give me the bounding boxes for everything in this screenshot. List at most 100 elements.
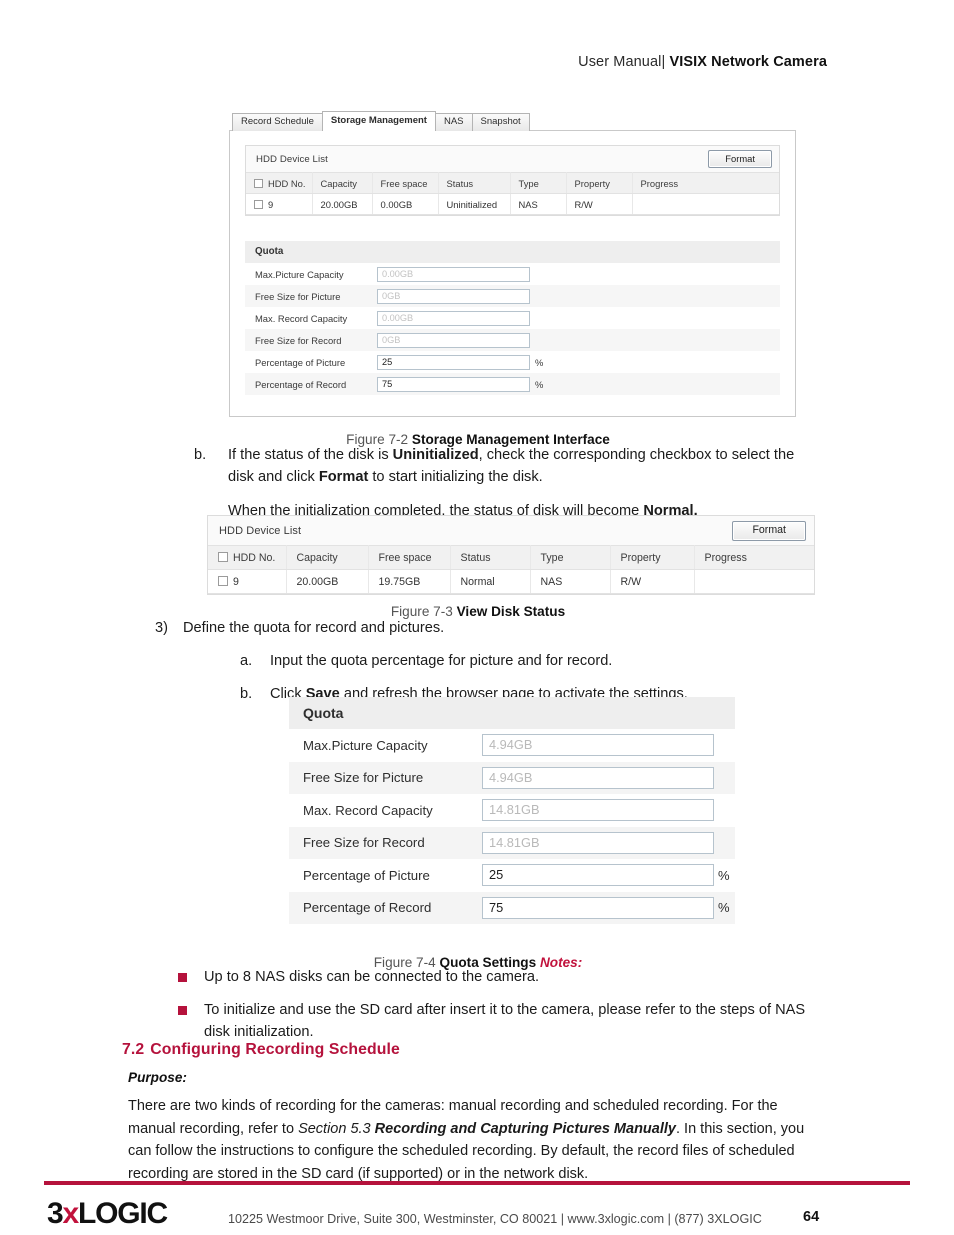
step-3a-text: Input the quota percentage for picture a… [270,653,613,670]
quota-label-max-record-capacity: Max. Record Capacity [255,312,348,324]
quota-label-percentage-of-record-large: Percentage of Record [303,900,432,916]
quota-input-max-record-capacity[interactable]: 0.00GB [377,310,530,326]
quota-row-free-size-for-record: Free Size for Record 0GB [245,329,780,351]
quota-input-max-picture-capacity-large[interactable]: 4.94GB [482,734,714,757]
quota-suffix-percentage-of-record: % [535,378,544,390]
row-checkbox-2[interactable] [218,575,228,586]
bullet-square-icon [178,973,187,982]
page-header: User Manual| VISIX Network Camera [578,54,827,70]
quota-row-max-picture-capacity: Max.Picture Capacity 0.00GB [245,263,780,285]
column-header-type-2: Type [530,545,611,570]
cell-hdd-no-2: 9 [208,569,287,594]
quota-suffix-percentage-of-picture-large: % [718,867,730,883]
column-header-property-2: Property [610,545,695,570]
purpose-label: Purpose: [128,1070,187,1085]
step-3-marker: 3) [155,620,168,636]
step-b-block: b. If the status of the disk is Uninitia… [194,444,814,523]
quota-row-free-size-for-picture-large: Free Size for Picture 4.94GB [289,761,735,794]
step-3b-marker: b. [240,686,253,703]
quota-row-free-size-for-record-large: Free Size for Record 14.81GB [289,826,735,859]
row-checkbox[interactable] [254,199,263,209]
step-3-block: 3) Define the quota for record and pictu… [155,617,815,706]
quota-section-title-large: Quota [289,697,735,729]
column-header-type: Type [510,172,567,194]
quota-label-max-picture-capacity: Max.Picture Capacity [255,268,344,280]
bullet-square-icon [178,1005,187,1015]
table-header-row: HDD No. Capacity Free space Status Type … [246,172,779,194]
quota-input-free-size-for-picture-large[interactable]: 4.94GB [482,766,714,789]
quota-input-percentage-of-picture-large[interactable]: 25 [482,864,714,887]
step-3-text: Define the quota for record and pictures… [183,620,445,636]
quota-label-max-picture-capacity-large: Max.Picture Capacity [303,737,428,753]
footer-divider [44,1181,910,1185]
quota-input-free-size-for-record-large[interactable]: 14.81GB [482,831,714,854]
tab-record-schedule[interactable]: Record Schedule [232,113,323,131]
tab-snapshot[interactable]: Snapshot [471,113,530,131]
quota-input-percentage-of-record[interactable]: 75 [377,376,530,392]
quota-row-percentage-of-record-large: Percentage of Record 75 % [289,891,735,924]
note-item-1-text: Up to 8 NAS disks can be connected to th… [204,969,540,985]
column-header-hdd-no: HDD No. [246,172,313,194]
table-row: 9 20.00GB 0.00GB Uninitialized NAS R/W [246,193,779,215]
quota-input-percentage-of-picture[interactable]: 25 [377,354,530,370]
quota-input-percentage-of-record-large[interactable]: 75 [482,896,714,919]
cell-capacity: 20.00GB [312,193,373,215]
quota-row-max-picture-capacity-large: Max.Picture Capacity 4.94GB [289,729,735,762]
hdd-device-list-block: HDD Device List Format HDD No. Capacity … [245,145,780,216]
column-header-capacity-2: Capacity [286,545,369,570]
step-b-text-pre: If the status of the disk is [228,447,393,463]
quota-label-free-size-for-picture-large: Free Size for Picture [303,770,424,786]
format-button[interactable]: Format [708,150,772,168]
cell-free-space: 0.00GB [372,193,439,215]
tab-nas[interactable]: NAS [434,113,473,131]
figure-quota-settings: Quota Max.Picture Capacity 4.94GB Free S… [289,697,735,924]
column-label-hdd-no: HDD No. [268,177,306,189]
step-b-marker: b. [194,447,207,463]
note-item-1: Up to 8 NAS disks can be connected to th… [178,967,810,989]
cell-status: Uninitialized [438,193,511,215]
logo-text-pre: 3 [47,1197,64,1230]
tab-bar: Record Schedule Storage Management NAS S… [232,111,796,131]
footer-address: 10225 Westmoor Drive, Suite 300, Westmin… [228,1212,762,1226]
step-3a-marker: a. [240,653,253,670]
select-all-checkbox[interactable] [254,178,263,188]
quota-input-max-picture-capacity[interactable]: 0.00GB [377,266,530,282]
section-title: Configuring Recording Schedule [150,1041,400,1058]
hdd-device-list-title-2: HDD Device List [219,524,302,537]
select-all-checkbox-2[interactable] [218,551,228,562]
logo-text-post: LOGIC [78,1197,168,1230]
column-header-capacity: Capacity [312,172,373,194]
column-header-free-space: Free space [372,172,439,194]
figure-view-disk-status: HDD Device List Format HDD No. Capacity … [207,515,815,595]
cell-hdd-no-value-2: 9 [233,575,239,588]
cell-property: R/W [566,193,633,215]
note-item-2: To initialize and use the SD card after … [178,1000,810,1044]
column-header-free-space-2: Free space [368,545,451,570]
cell-hdd-no: 9 [246,193,313,215]
cell-property-2: R/W [610,569,695,594]
table-header-row: HDD No. Capacity Free space Status Type … [208,545,814,570]
logo-text-x: x [62,1197,80,1230]
cell-progress-2 [694,569,814,594]
page-header-product-name: VISIX Network Camera [669,54,827,70]
step-b-text: If the status of the disk is Uninitializ… [228,444,814,488]
table-row: 9 20.00GB 19.75GB Normal NAS R/W [208,569,814,594]
cell-status-2: Normal [450,569,531,594]
quota-input-max-record-capacity-large[interactable]: 14.81GB [482,799,714,822]
column-header-hdd-no-2: HDD No. [208,545,287,570]
hdd-device-list-header-2: HDD Device List Format [208,516,814,545]
quota-label-free-size-for-record: Free Size for Record [255,334,342,346]
hdd-device-table-2: HDD No. Capacity Free space Status Type … [208,545,814,594]
format-button-2[interactable]: Format [732,520,806,541]
quota-section-title: Quota [245,241,780,263]
purpose-paragraph-section-ref: Section 5.3 [298,1120,371,1137]
section-number: 7.2 [122,1041,145,1058]
tab-storage-management[interactable]: Storage Management [321,111,436,131]
quota-input-free-size-for-picture[interactable]: 0GB [377,288,530,304]
figure-storage-management-interface: Record Schedule Storage Management NAS S… [229,111,796,417]
cell-progress [632,193,779,215]
quota-label-percentage-of-picture-large: Percentage of Picture [303,867,430,883]
column-header-status-2: Status [450,545,531,570]
quota-label-percentage-of-record: Percentage of Record [255,378,347,390]
quota-input-free-size-for-record[interactable]: 0GB [377,332,530,348]
